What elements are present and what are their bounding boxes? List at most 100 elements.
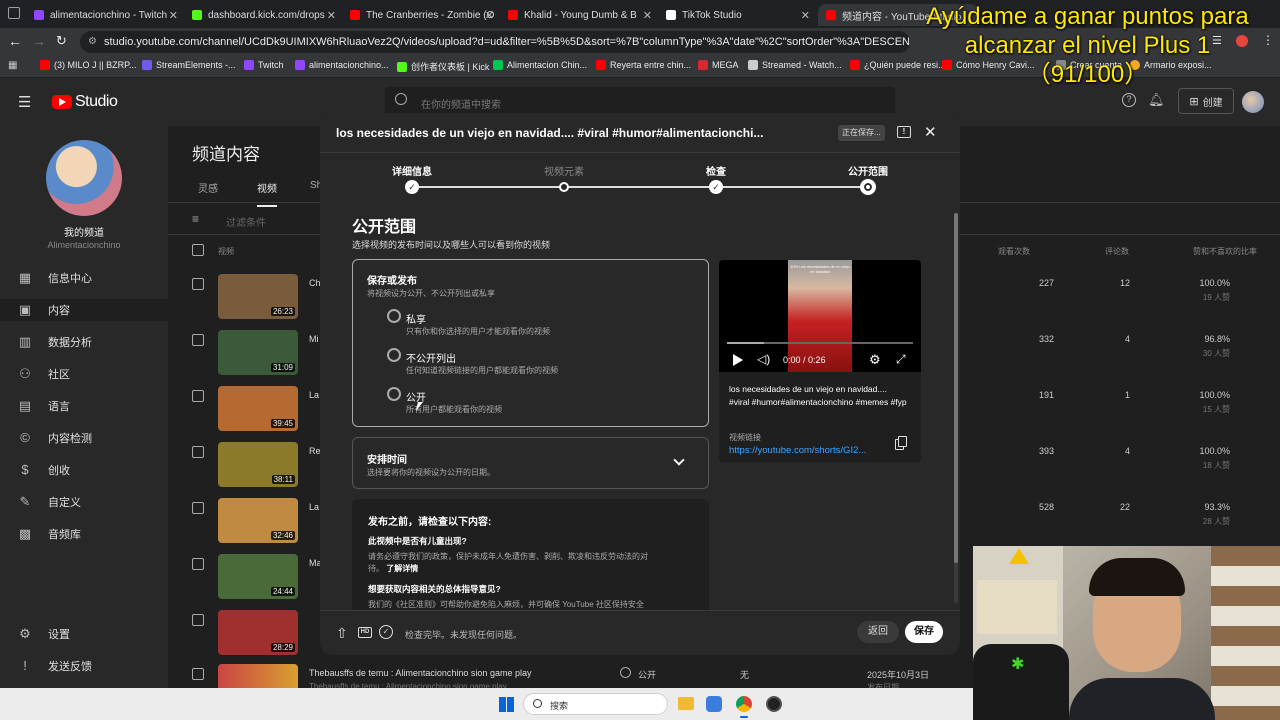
- radio-public[interactable]: [387, 387, 401, 401]
- create-button[interactable]: ⊞ 创建: [1178, 88, 1234, 114]
- forward-icon[interactable]: →: [32, 33, 46, 49]
- close-icon[interactable]: ✕: [327, 9, 336, 22]
- close-icon[interactable]: ✕: [924, 123, 937, 141]
- hamburger-menu-icon[interactable]: ☰: [18, 93, 31, 111]
- learn-more-link[interactable]: 了解详情: [386, 564, 418, 573]
- bookmark[interactable]: Reyerta entre chin...: [596, 60, 691, 70]
- row-checkbox[interactable]: [192, 614, 204, 626]
- tab-strip-icon[interactable]: [8, 7, 20, 19]
- radio-private[interactable]: [387, 309, 401, 323]
- bookmark[interactable]: StreamElements -...: [142, 60, 236, 70]
- radio-unlisted-label[interactable]: 不公开列出: [406, 350, 456, 365]
- video-title[interactable]: Ch: [309, 278, 321, 288]
- row-checkbox[interactable]: [192, 278, 204, 290]
- row-checkbox[interactable]: [192, 558, 204, 570]
- video-title[interactable]: La: [309, 502, 319, 512]
- account-avatar[interactable]: [1242, 91, 1264, 113]
- chevron-down-icon[interactable]: [673, 454, 685, 466]
- app-icon[interactable]: [706, 696, 722, 712]
- sidebar-item-feedback[interactable]: ! 发送反馈: [18, 655, 92, 677]
- copy-link-icon[interactable]: [898, 436, 907, 447]
- sidebar-item-earn[interactable]: $ 创收: [18, 459, 70, 481]
- close-icon[interactable]: ✕: [485, 9, 494, 22]
- url-field[interactable]: ⚙ studio.youtube.com/channel/UCdDk9UIMIX…: [80, 31, 910, 53]
- sidebar-item-community[interactable]: ⚇ 社区: [18, 363, 70, 385]
- dialog-scrollbar-thumb[interactable]: [954, 213, 958, 563]
- video-thumbnail[interactable]: 39:45: [218, 386, 298, 431]
- channel-avatar[interactable]: [46, 140, 122, 216]
- windows-start-icon[interactable]: [499, 697, 514, 712]
- settings-gear-icon[interactable]: ⚙: [869, 352, 881, 368]
- back-button[interactable]: 返回: [857, 621, 899, 643]
- row-checkbox[interactable]: [192, 668, 204, 680]
- browser-tab[interactable]: The Cranberries - Zombie (O ✕: [342, 4, 500, 26]
- row-checkbox[interactable]: [192, 334, 204, 346]
- video-title[interactable]: Thebausffs de temu : Alimentacionchino s…: [309, 668, 531, 678]
- video-player[interactable]: 10% Las necesidades de un viejo en navid…: [719, 260, 921, 372]
- row-checkbox[interactable]: [192, 390, 204, 402]
- close-icon[interactable]: ✕: [801, 9, 810, 22]
- browser-tab[interactable]: alimentacionchino - Twitch ✕: [26, 4, 184, 26]
- help-icon[interactable]: ?: [1122, 93, 1136, 107]
- notification-bell-icon[interactable]: 🔔︎: [1148, 92, 1165, 108]
- browser-tab[interactable]: TikTok Studio ✕: [658, 4, 816, 26]
- step-visibility[interactable]: 公开范围: [838, 163, 898, 178]
- bookmark[interactable]: MEGA: [698, 60, 739, 70]
- sidebar-item-analytics[interactable]: ▥ 数据分析: [18, 331, 92, 353]
- video-thumbnail[interactable]: 26:23: [218, 274, 298, 319]
- sidebar-item-settings[interactable]: ⚙ 设置: [18, 623, 70, 645]
- bookmark[interactable]: alimentacionchino...: [295, 60, 389, 70]
- file-explorer-icon[interactable]: [678, 697, 694, 710]
- chrome-icon[interactable]: [736, 696, 752, 712]
- bookmark[interactable]: (3) MILO J || BZRP...: [40, 60, 137, 70]
- step-details[interactable]: 详细信息: [382, 163, 442, 178]
- step-video-elements[interactable]: 视频元素: [534, 163, 594, 178]
- play-icon[interactable]: [733, 354, 743, 366]
- video-thumbnail[interactable]: 32:46: [218, 498, 298, 543]
- close-icon[interactable]: ✕: [643, 9, 652, 22]
- bookmark[interactable]: Twitch: [244, 60, 284, 70]
- youtube-studio-logo[interactable]: Studio: [52, 93, 118, 111]
- bookmark[interactable]: Streamed - Watch...: [748, 60, 842, 70]
- bookmark[interactable]: 创作者仪表板 | Kick: [397, 60, 489, 73]
- filter-placeholder[interactable]: 过滤条件: [226, 214, 266, 229]
- fullscreen-icon[interactable]: ⤢: [896, 352, 906, 367]
- sidebar-item-audio-library[interactable]: ▩ 音频库: [18, 523, 81, 545]
- sidebar-item-content[interactable]: ▣ 内容: [0, 299, 168, 321]
- taskbar-search[interactable]: 搜索: [523, 693, 668, 715]
- step-checks[interactable]: 检查: [686, 163, 746, 178]
- browser-tab[interactable]: Khalid - Young Dumb & B ✕: [500, 4, 658, 26]
- sidebar-item-dashboard[interactable]: ▦ 信息中心: [18, 267, 92, 289]
- schedule-box[interactable]: 安排时间 选择要将你的视频设为公开的日期。: [352, 437, 709, 489]
- radio-private-label[interactable]: 私享: [406, 311, 426, 326]
- volume-icon[interactable]: ◁): [757, 352, 770, 366]
- filter-icon[interactable]: ≡: [192, 212, 199, 226]
- bookmark[interactable]: Alimentacion Chin...: [493, 60, 587, 70]
- reload-icon[interactable]: ↻: [56, 33, 67, 49]
- video-title[interactable]: La: [309, 390, 319, 400]
- obs-icon[interactable]: [766, 696, 782, 712]
- video-thumbnail[interactable]: 24:44: [218, 554, 298, 599]
- site-info-icon[interactable]: ⚙: [88, 31, 97, 53]
- sidebar-item-subtitles[interactable]: ▤ 语言: [18, 395, 70, 417]
- save-button[interactable]: 保存: [905, 621, 943, 643]
- sidebar-item-customization[interactable]: ✎ 自定义: [18, 491, 81, 513]
- video-title[interactable]: Mi: [309, 334, 319, 344]
- video-thumbnail[interactable]: 28:29: [218, 610, 298, 655]
- row-checkbox[interactable]: [192, 446, 204, 458]
- video-title[interactable]: Re: [309, 446, 321, 456]
- sidebar-item-copyright[interactable]: © 内容检测: [18, 427, 92, 449]
- row-checkbox[interactable]: [192, 502, 204, 514]
- apps-icon[interactable]: ▦: [8, 60, 17, 71]
- video-thumbnail[interactable]: 31:09: [218, 330, 298, 375]
- video-thumbnail[interactable]: 38:11: [218, 442, 298, 487]
- video-progress-track[interactable]: [727, 342, 913, 344]
- browser-tab[interactable]: dashboard.kick.com/drops ✕: [184, 4, 342, 26]
- radio-unlisted[interactable]: [387, 348, 401, 362]
- video-link[interactable]: https://youtube.com/shorts/GI2...: [729, 445, 866, 456]
- report-issue-icon[interactable]: !: [897, 126, 911, 138]
- dialog-scrollbar[interactable]: [954, 213, 958, 603]
- tab-inspiration[interactable]: 灵感: [198, 180, 218, 195]
- back-icon[interactable]: ←: [8, 33, 22, 49]
- select-all-checkbox[interactable]: [192, 244, 204, 256]
